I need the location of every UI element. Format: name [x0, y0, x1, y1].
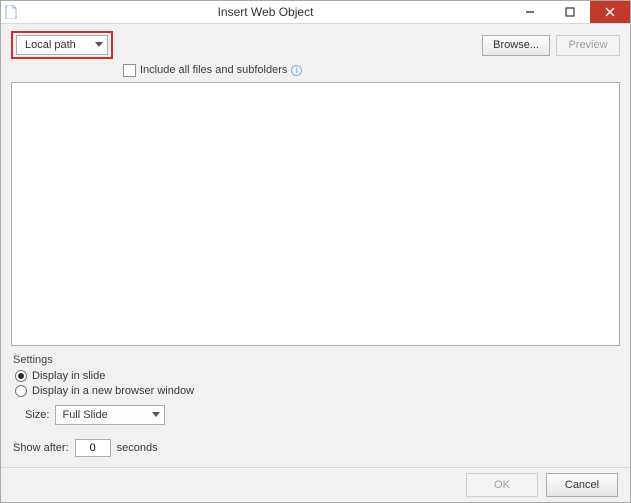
info-icon[interactable]: i [291, 65, 302, 76]
top-row: Local path Browse... Preview [11, 30, 620, 60]
show-after-row: Show after: seconds [13, 439, 618, 457]
display-new-window-radio[interactable] [15, 385, 27, 397]
close-button[interactable] [590, 1, 630, 23]
path-type-dropdown[interactable]: Local path [16, 35, 108, 55]
size-row: Size: Full Slide [25, 405, 618, 425]
show-after-unit: seconds [117, 442, 158, 454]
title-bar: Insert Web Object [1, 1, 630, 24]
dialog-footer: OK Cancel [1, 467, 630, 502]
size-value: Full Slide [62, 409, 107, 421]
settings-section: Settings Display in slide Display in a n… [11, 352, 620, 459]
include-label: Include all files and subfolders [140, 64, 287, 76]
chevron-down-icon [152, 412, 160, 418]
browse-button[interactable]: Browse... [482, 35, 550, 56]
include-checkbox[interactable] [123, 64, 136, 77]
display-in-slide-radio[interactable] [15, 370, 27, 382]
display-in-slide-label: Display in slide [32, 370, 105, 382]
size-select[interactable]: Full Slide [55, 405, 165, 425]
preview-area [11, 82, 620, 346]
highlight-box: Local path [11, 31, 113, 59]
include-row: Include all files and subfolders i [11, 60, 620, 80]
dialog-body: Local path Browse... Preview Include all… [1, 24, 630, 467]
window-controls [510, 1, 630, 23]
display-in-slide-row: Display in slide [15, 370, 618, 382]
show-after-input[interactable] [75, 439, 111, 457]
size-label: Size: [25, 409, 49, 421]
cancel-button[interactable]: Cancel [546, 473, 618, 497]
maximize-button[interactable] [550, 1, 590, 23]
path-type-value: Local path [25, 39, 76, 51]
window-title: Insert Web Object [21, 1, 510, 23]
ok-button[interactable]: OK [466, 473, 538, 497]
display-new-window-label: Display in a new browser window [32, 385, 194, 397]
app-icon [1, 1, 21, 23]
minimize-button[interactable] [510, 1, 550, 23]
show-after-label: Show after: [13, 442, 69, 454]
settings-heading: Settings [13, 354, 618, 366]
dialog-window: Insert Web Object Local path Browse... [0, 0, 631, 503]
preview-button[interactable]: Preview [556, 35, 620, 56]
chevron-down-icon [95, 42, 103, 48]
display-new-window-row: Display in a new browser window [15, 385, 618, 397]
